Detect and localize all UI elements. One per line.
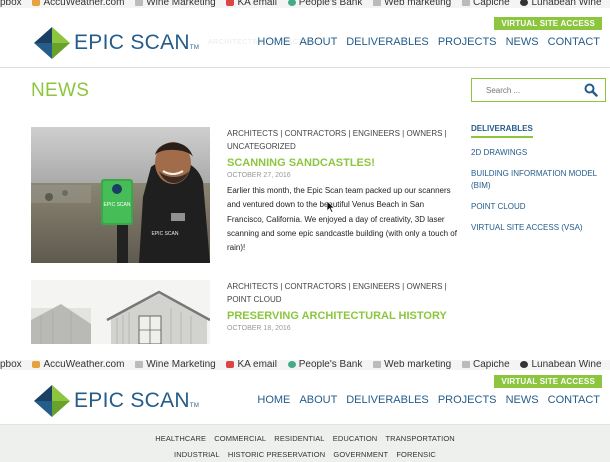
nav-news[interactable]: NEWS [506, 394, 539, 406]
post-thumbnail[interactable]: EPIC SCAN EPIC SCAN [31, 127, 210, 263]
bookmark-item[interactable]: Wine Marketing [135, 360, 216, 370]
bookmark-item[interactable]: Capiche [461, 0, 510, 8]
folder-icon [461, 361, 470, 368]
nav-about[interactable]: ABOUT [299, 36, 337, 48]
nav-contact[interactable]: CONTACT [548, 36, 600, 48]
bookmarks-bar: pbox AccuWeather.com Wine Marketing KA e… [0, 360, 610, 370]
bookmark-item[interactable]: pbox [0, 0, 22, 8]
sidebar-item-2d-drawings[interactable]: 2D DRAWINGS [471, 147, 606, 159]
mouse-cursor-icon [327, 201, 335, 213]
bookmark-item[interactable]: People's Bank [287, 0, 362, 8]
bookmark-item[interactable]: KA email [226, 0, 277, 8]
bookmark-item[interactable]: Wine Marketing [135, 0, 216, 8]
post-title[interactable]: PRESERVING ARCHITECTURAL HISTORY [227, 309, 459, 323]
post-thumbnail[interactable] [31, 280, 210, 344]
subnav-commercial[interactable]: COMMERCIAL [214, 434, 266, 443]
post-categories[interactable]: ARCHITECTS | CONTRACTORS | ENGINEERS | O… [227, 280, 459, 306]
sidebar-item-vsa[interactable]: VIRTUAL SITE ACCESS (VSA) [471, 222, 606, 234]
main-nav: HOME ABOUT DELIVERABLES PROJECTS NEWS CO… [251, 394, 600, 406]
folder-icon [135, 361, 144, 368]
post-date: OCTOBER 18, 2016 [227, 325, 291, 332]
bookmark-item[interactable]: Capiche [461, 360, 510, 370]
brand-name[interactable]: EPIC SCANTM [74, 31, 199, 55]
post-title[interactable]: SCANNING SANDCASTLES! [227, 156, 459, 170]
folder-icon [461, 0, 470, 6]
post-body: ARCHITECTS | CONTRACTORS | ENGINEERS | O… [227, 127, 459, 255]
weather-icon [32, 361, 41, 368]
sandcastle-photo: EPIC SCAN EPIC SCAN [31, 127, 210, 263]
virtual-site-access-button[interactable]: VIRTUAL SITE ACCESS [494, 375, 602, 388]
subnav-forensic[interactable]: FORENSIC [396, 450, 436, 459]
bookmark-item[interactable]: People's Bank [287, 360, 362, 370]
subnav-government[interactable]: GOVERNMENT [333, 450, 388, 459]
scanner-label: EPIC SCAN [104, 202, 131, 208]
epic-scan-logo-icon[interactable] [33, 26, 71, 60]
subnav-industrial[interactable]: INDUSTRIAL [174, 450, 220, 459]
subnav-healthcare[interactable]: HEALTHCARE [155, 434, 206, 443]
epic-scan-logo-icon[interactable] [33, 384, 71, 418]
subnav-residential[interactable]: RESIDENTIAL [274, 434, 324, 443]
nav-projects[interactable]: PROJECTS [438, 394, 497, 406]
wine-icon [520, 361, 529, 368]
page-title: NEWS [31, 80, 90, 101]
nav-home[interactable]: HOME [257, 394, 290, 406]
bookmark-item[interactable]: Web marketing [373, 0, 451, 8]
subnav-row: INDUSTRIAL HISTORIC PRESERVATION GOVERNM… [0, 450, 610, 459]
brand-name[interactable]: EPIC SCANTM [74, 389, 199, 413]
bookmark-item[interactable]: Lunabean Wine [520, 360, 602, 370]
search-icon[interactable] [584, 83, 598, 97]
folder-icon [135, 0, 144, 6]
bookmark-item[interactable]: Web marketing [373, 360, 451, 370]
news-post: ARCHITECTS | CONTRACTORS | ENGINEERS | O… [31, 280, 456, 344]
post-excerpt: Earlier this month, the Epic Scan team p… [227, 186, 457, 253]
nav-about[interactable]: ABOUT [299, 394, 337, 406]
virtual-site-access-button[interactable]: VIRTUAL SITE ACCESS [494, 17, 602, 30]
subnav-education[interactable]: EDUCATION [333, 434, 378, 443]
shirt-label: EPIC SCAN [152, 231, 179, 237]
sidebar-item-point-cloud[interactable]: POINT CLOUD [471, 201, 606, 213]
barn-photo [31, 280, 210, 344]
subnav-transportation[interactable]: TRANSPORTATION [385, 434, 454, 443]
main-nav: HOME ABOUT DELIVERABLES PROJECTS NEWS CO… [251, 36, 600, 48]
subnav-row: HEALTHCARE COMMERCIAL RESIDENTIAL EDUCAT… [0, 434, 610, 443]
email-icon [226, 361, 235, 368]
subnav-historic-preservation[interactable]: HISTORIC PRESERVATION [228, 450, 325, 459]
nav-projects[interactable]: PROJECTS [438, 36, 497, 48]
projects-subnav: HEALTHCARE COMMERCIAL RESIDENTIAL EDUCAT… [0, 424, 610, 462]
wine-icon [520, 0, 529, 6]
sidebar: DELIVERABLES 2D DRAWINGS BUILDING INFORM… [471, 118, 606, 234]
nav-home[interactable]: HOME [257, 36, 290, 48]
bookmark-item[interactable]: AccuWeather.com [32, 0, 124, 8]
nav-deliverables[interactable]: DELIVERABLES [346, 36, 429, 48]
sidebar-heading: DELIVERABLES [471, 124, 533, 138]
nav-news[interactable]: NEWS [506, 36, 539, 48]
post-body: ARCHITECTS | CONTRACTORS | ENGINEERS | O… [227, 280, 459, 332]
weather-icon [32, 0, 41, 6]
nav-contact[interactable]: CONTACT [548, 394, 600, 406]
nav-deliverables[interactable]: DELIVERABLES [346, 394, 429, 406]
google-icon [287, 0, 296, 6]
bookmarks-bar: pbox AccuWeather.com Wine Marketing KA e… [0, 0, 610, 8]
news-post: EPIC SCAN EPIC SCAN ARCHITECTS | CONTRAC… [31, 127, 459, 267]
folder-icon [373, 0, 382, 6]
search-input[interactable] [472, 79, 580, 101]
email-icon [226, 0, 235, 6]
folder-icon [373, 361, 382, 368]
bookmark-item[interactable]: KA email [226, 360, 277, 370]
bookmark-item[interactable]: pbox [0, 360, 22, 370]
bookmark-item[interactable]: Lunabean Wine [520, 0, 602, 8]
post-categories[interactable]: ARCHITECTS | CONTRACTORS | ENGINEERS | O… [227, 127, 459, 153]
search-box [471, 78, 606, 102]
bookmark-item[interactable]: AccuWeather.com [32, 360, 124, 370]
post-date: OCTOBER 27, 2016 [227, 172, 291, 179]
google-icon [287, 361, 296, 368]
sidebar-item-bim[interactable]: BUILDING INFORMATION MODEL (BIM) [471, 168, 606, 192]
